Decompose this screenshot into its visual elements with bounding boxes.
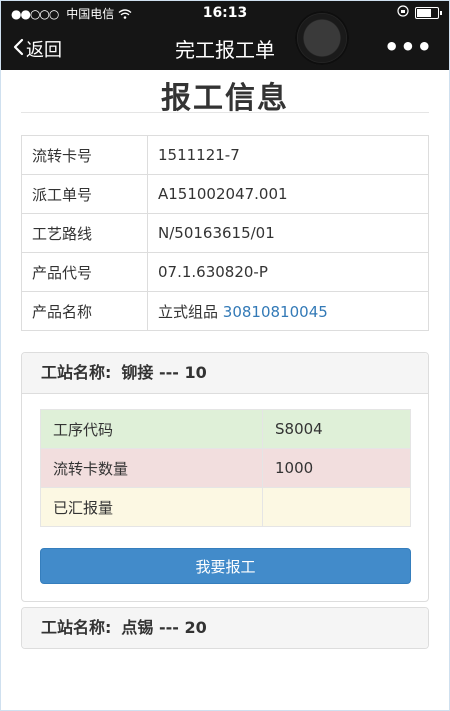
product-code-link[interactable]: 30810810045 bbox=[223, 303, 328, 321]
table-row: 工艺路线 N/50163615/01 bbox=[21, 213, 429, 253]
info-value: A151002047.001 bbox=[147, 174, 429, 214]
battery-icon bbox=[415, 6, 442, 19]
table-row: 产品名称 立式组品 30810810045 bbox=[21, 291, 429, 331]
info-value: 07.1.630820-P bbox=[147, 252, 429, 292]
info-label: 产品名称 bbox=[21, 291, 148, 331]
table-row: 派工单号 A151002047.001 bbox=[21, 174, 429, 214]
nav-bar: 返回 完工报工单 ••• bbox=[1, 25, 449, 70]
info-label: 工艺路线 bbox=[21, 213, 148, 253]
station-header[interactable]: 工站名称: 铆接 --- 10 bbox=[22, 353, 428, 394]
op-value bbox=[262, 487, 411, 527]
title-divider bbox=[21, 112, 429, 113]
table-row: 产品代号 07.1.630820-P bbox=[21, 252, 429, 292]
orientation-lock-icon bbox=[397, 5, 409, 20]
op-value: S8004 bbox=[262, 409, 411, 449]
station-panel: 工站名称: 铆接 --- 10 工序代码 S8004 流转卡数量 1000 已汇报… bbox=[21, 352, 429, 602]
info-table: 流转卡号 1511121-7 派工单号 A151002047.001 工艺路线 … bbox=[21, 135, 429, 331]
op-label: 流转卡数量 bbox=[40, 448, 263, 488]
station-name: 铆接 --- 10 bbox=[121, 363, 207, 382]
info-value: N/50163615/01 bbox=[147, 213, 429, 253]
report-button[interactable]: 我要报工 bbox=[40, 548, 411, 584]
table-row: 流转卡号 1511121-7 bbox=[21, 135, 429, 175]
op-label: 已汇报量 bbox=[40, 487, 263, 527]
op-value: 1000 bbox=[262, 448, 411, 488]
phone-screen: ●●○○○ 中国电信 16:13 返回 完工报工单 ••• 报工信息 流转卡号 … bbox=[0, 0, 450, 711]
info-label: 产品代号 bbox=[21, 252, 148, 292]
station-panel: 工站名称: 点锡 --- 20 bbox=[21, 607, 429, 649]
status-right bbox=[397, 5, 442, 20]
info-label: 派工单号 bbox=[21, 174, 148, 214]
more-options-icon[interactable]: ••• bbox=[384, 33, 433, 61]
nav-title: 完工报工单 bbox=[175, 38, 275, 62]
operation-table: 工序代码 S8004 流转卡数量 1000 已汇报量 bbox=[40, 409, 411, 527]
page-title: 报工信息 bbox=[161, 81, 289, 116]
top-bar: ●●○○○ 中国电信 16:13 返回 完工报工单 ••• bbox=[1, 1, 449, 70]
station-header[interactable]: 工站名称: 点锡 --- 20 bbox=[22, 608, 428, 648]
station-name: 点锡 --- 20 bbox=[121, 618, 207, 637]
table-row: 流转卡数量 1000 bbox=[40, 448, 411, 488]
status-bar: ●●○○○ 中国电信 16:13 bbox=[1, 1, 449, 25]
product-name: 立式组品 bbox=[158, 302, 219, 321]
station-label: 工站名称: bbox=[41, 618, 112, 637]
info-value: 立式组品 30810810045 bbox=[147, 291, 429, 331]
op-label: 工序代码 bbox=[40, 409, 263, 449]
table-row: 已汇报量 bbox=[40, 487, 411, 527]
status-time: 16:13 bbox=[202, 5, 248, 21]
info-value: 1511121-7 bbox=[147, 135, 429, 175]
station-label: 工站名称: bbox=[41, 363, 112, 382]
table-row: 工序代码 S8004 bbox=[40, 409, 411, 449]
info-label: 流转卡号 bbox=[21, 135, 148, 175]
